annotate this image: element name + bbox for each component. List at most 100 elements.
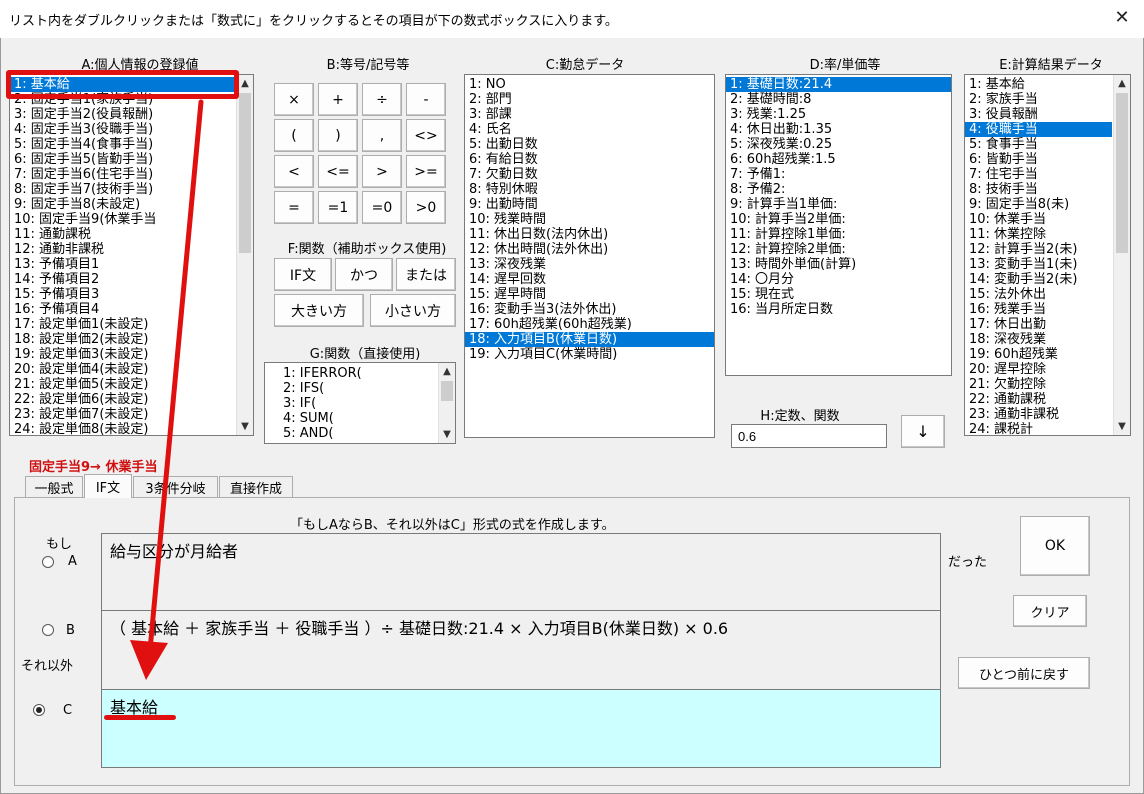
list-a-item[interactable]: 23: 設定単価7(未設定) [10,407,235,422]
list-a-item[interactable]: 15: 予備項目3 [10,287,235,302]
operator-button[interactable]: ) [318,119,358,152]
list-e-item[interactable]: 4: 役職手当 [965,122,1112,137]
list-a-item[interactable]: 5: 固定手当4(食事手当) [10,137,235,152]
list-d-item[interactable]: 8: 予備2: [726,182,951,197]
operator-button[interactable]: × [274,83,314,116]
list-c-item[interactable]: 2: 部門 [465,92,714,107]
list-a-item[interactable]: 17: 設定単価1(未設定) [10,317,235,332]
list-e-scrollbar[interactable]: ▲ ▼ [1113,75,1130,435]
list-e-item[interactable]: 5: 食事手当 [965,137,1112,152]
list-d-item[interactable]: 10: 計算手当2単価: [726,212,951,227]
list-c-item[interactable]: 3: 部課 [465,107,714,122]
scroll-down-icon[interactable]: ▼ [237,418,253,435]
list-g-direct-functions[interactable]: 1: IFERROR(2: IFS(3: IF(4: SUM(5: AND( ▲… [264,362,456,444]
list-e-item[interactable]: 7: 住宅手当 [965,167,1112,182]
list-a-item[interactable]: 14: 予備項目2 [10,272,235,287]
operator-button[interactable]: = [274,191,314,224]
list-d-item[interactable]: 1: 基礎日数:21.4 [726,77,951,92]
list-d-item[interactable]: 14: 〇月分 [726,272,951,287]
list-d-item[interactable]: 16: 当月所定日数 [726,302,951,317]
scroll-thumb[interactable] [239,93,251,253]
operator-button[interactable]: <= [318,155,358,188]
list-g-item[interactable]: 4: SUM( [279,411,437,426]
list-a-item[interactable]: 19: 設定単価3(未設定) [10,347,235,362]
list-e-item[interactable]: 15: 法外休出 [965,287,1112,302]
tab[interactable]: 直接作成 [219,476,293,498]
list-d-item[interactable]: 15: 現在式 [726,287,951,302]
list-g-item[interactable]: 3: IF( [279,396,437,411]
list-e-item[interactable]: 17: 休日出勤 [965,317,1112,332]
list-a-item[interactable]: 6: 固定手当5(皆勤手当) [10,152,235,167]
or-function-button[interactable]: または [396,258,456,291]
constant-input[interactable] [731,424,887,448]
list-g-item[interactable]: 2: IFS( [279,381,437,396]
list-c-item[interactable]: 18: 入力項目B(休業日数) [465,332,714,347]
result-c-box[interactable]: 基本給 [101,689,941,768]
scroll-down-icon[interactable]: ▼ [1114,418,1130,435]
list-a-item[interactable]: 18: 設定単価2(未設定) [10,332,235,347]
operator-button[interactable]: - [406,83,446,116]
list-d-rates[interactable]: 1: 基礎日数:21.4 2: 基礎時間:8 3: 残業:1.25 4: 休日出勤:1… [725,74,952,376]
operator-button[interactable]: , [362,119,402,152]
scroll-thumb[interactable] [441,381,453,401]
list-a-scrollbar[interactable]: ▲ ▼ [236,75,253,435]
list-e-item[interactable]: 24: 課税計 [965,422,1112,435]
list-a-item[interactable]: 20: 設定単価4(未設定) [10,362,235,377]
operator-button[interactable]: > [362,155,402,188]
scroll-up-icon[interactable]: ▲ [237,75,253,92]
list-e-item[interactable]: 23: 通勤非課税 [965,407,1112,422]
list-c-item[interactable]: 14: 遅早回数 [465,272,714,287]
operator-button[interactable]: >= [406,155,446,188]
list-a-item[interactable]: 21: 設定単価5(未設定) [10,377,235,392]
list-e-item[interactable]: 19: 60h超残業 [965,347,1112,362]
operator-button[interactable]: ( [274,119,314,152]
operator-button[interactable]: < [274,155,314,188]
list-c-item[interactable]: 11: 休出日数(法内休出) [465,227,714,242]
list-d-item[interactable]: 12: 計算控除2単価: [726,242,951,257]
list-c-attendance[interactable]: 1: NO 2: 部門 3: 部課 4: 氏名 5: 出勤日数 6: 有給日数 7: 欠勤日… [464,74,715,438]
list-d-item[interactable]: 9: 計算手当1単価: [726,197,951,212]
list-e-item[interactable]: 8: 技術手当 [965,182,1112,197]
list-a-personal-values[interactable]: 1: 基本給 2: 固定手当1(家族手当) 3: 固定手当2(役員報酬) 4: 固定手… [9,74,254,436]
list-e-item[interactable]: 11: 休業控除 [965,227,1112,242]
operator-button[interactable]: =1 [318,191,358,224]
list-e-item[interactable]: 16: 残業手当 [965,302,1112,317]
list-d-item[interactable]: 3: 残業:1.25 [726,107,951,122]
list-e-item[interactable]: 10: 休業手当 [965,212,1112,227]
list-a-item[interactable]: 22: 設定単価6(未設定) [10,392,235,407]
min-function-button[interactable]: 小さい方 [370,294,456,327]
operator-button[interactable]: <> [406,119,446,152]
list-a-item[interactable]: 4: 固定手当3(役職手当) [10,122,235,137]
operator-button[interactable]: >0 [406,191,446,224]
list-e-item[interactable]: 13: 変動手当1(未) [965,257,1112,272]
list-c-item[interactable]: 17: 60h超残業(60h超残業) [465,317,714,332]
list-c-item[interactable]: 6: 有給日数 [465,152,714,167]
operator-button[interactable]: + [318,83,358,116]
close-icon[interactable]: ✕ [1110,6,1134,30]
list-a-item[interactable]: 16: 予備項目4 [10,302,235,317]
list-c-item[interactable]: 10: 残業時間 [465,212,714,227]
tab[interactable]: 3条件分岐 [133,476,218,498]
clear-button[interactable]: クリア [1013,595,1087,627]
and-function-button[interactable]: かつ [335,258,393,291]
list-e-item[interactable]: 2: 家族手当 [965,92,1112,107]
list-d-item[interactable]: 5: 深夜残業:0.25 [726,137,951,152]
list-c-item[interactable]: 12: 休出時間(法外休出) [465,242,714,257]
list-e-item[interactable]: 14: 変動手当2(未) [965,272,1112,287]
list-d-item[interactable]: 2: 基礎時間:8 [726,92,951,107]
result-b-box[interactable]: （ 基本給 ＋ 家族手当 ＋ 役職手当 ）÷ 基礎日数:21.4 × 入力項目B… [101,610,941,690]
tab[interactable]: 一般式 [25,476,83,498]
scroll-up-icon[interactable]: ▲ [1114,75,1130,92]
if-function-button[interactable]: IF文 [274,258,332,291]
list-e-item[interactable]: 22: 通勤課税 [965,392,1112,407]
operator-button[interactable]: ÷ [362,83,402,116]
list-e-item[interactable]: 3: 役員報酬 [965,107,1112,122]
list-e-item[interactable]: 21: 欠勤控除 [965,377,1112,392]
list-g-scrollbar[interactable]: ▲ ▼ [438,363,455,443]
radio-c[interactable] [33,704,45,716]
list-a-item[interactable]: 11: 通勤課税 [10,227,235,242]
list-a-item[interactable]: 12: 通勤非課税 [10,242,235,257]
list-c-item[interactable]: 8: 特別休暇 [465,182,714,197]
undo-button[interactable]: ひとつ前に戻す [958,657,1090,689]
list-c-item[interactable]: 1: NO [465,77,714,92]
